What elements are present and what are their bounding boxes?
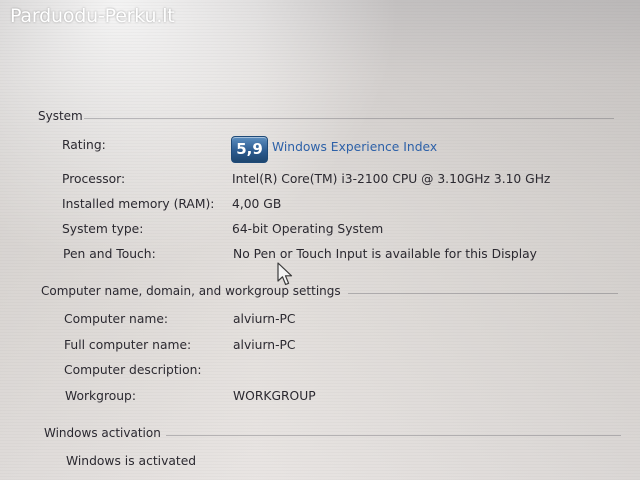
computer-settings-section-title: Computer name, domain, and workgroup set… <box>41 284 341 298</box>
system-type-label: System type: <box>62 222 144 236</box>
windows-activation-section-title: Windows activation <box>44 426 161 440</box>
installed-memory-value: 4,00 GB <box>232 197 282 211</box>
full-computer-name-label: Full computer name: <box>64 338 192 352</box>
pen-touch-label: Pen and Touch: <box>63 247 156 261</box>
full-computer-name-value: alviurn-PC <box>233 338 296 352</box>
computer-description-label: Computer description: <box>64 363 202 377</box>
computer-name-value: alviurn-PC <box>233 312 296 326</box>
computer-settings-divider <box>348 293 618 294</box>
activation-status: Windows is activated <box>66 454 197 468</box>
system-section-title: System <box>38 109 83 123</box>
computer-name-label: Computer name: <box>64 312 169 326</box>
watermark: Parduodu-Perku.lt <box>10 5 175 27</box>
rating-label: Rating: <box>62 138 106 152</box>
system-properties-page: Parduodu-Perku.lt System Rating: 5,9 Win… <box>0 0 640 480</box>
windows-experience-index-link[interactable]: Windows Experience Index <box>272 140 437 154</box>
workgroup-label: Workgroup: <box>65 389 136 403</box>
installed-memory-label: Installed memory (RAM): <box>62 197 215 211</box>
system-section-divider <box>84 118 614 119</box>
rating-score-badge[interactable]: 5,9 <box>231 136 268 163</box>
workgroup-value: WORKGROUP <box>233 389 316 403</box>
processor-value: Intel(R) Core(TM) i3-2100 CPU @ 3.10GHz … <box>232 172 551 186</box>
pen-touch-value: No Pen or Touch Input is available for t… <box>233 247 537 261</box>
processor-label: Processor: <box>62 172 126 186</box>
system-type-value: 64-bit Operating System <box>232 222 384 236</box>
mouse-pointer-icon <box>277 262 293 286</box>
windows-activation-divider <box>166 435 621 436</box>
